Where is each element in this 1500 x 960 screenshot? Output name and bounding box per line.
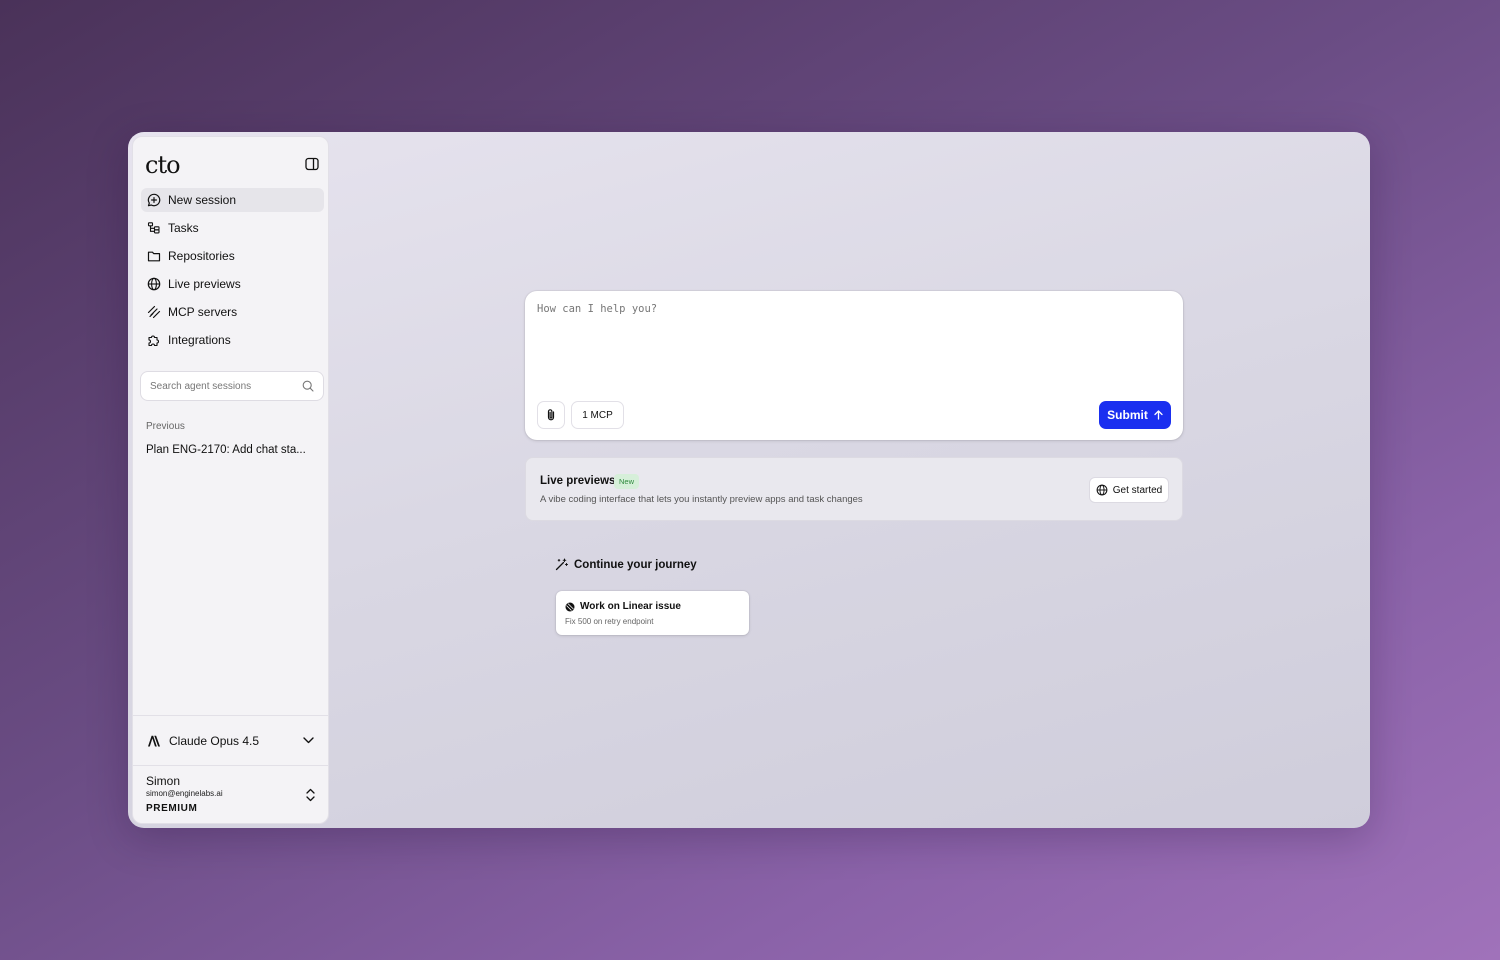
sidebar-item-new-session[interactable]: New session	[141, 188, 324, 212]
sidebar-item-mcp-servers[interactable]: MCP servers	[141, 300, 324, 324]
get-started-label: Get started	[1112, 484, 1163, 496]
live-previews-title: Live previews	[540, 475, 616, 487]
sidebar: cto New session Tasks Repositories Live …	[132, 136, 329, 824]
user-menu[interactable]: Simon simon@enginelabs.ai PREMIUM	[133, 765, 328, 823]
model-selector[interactable]: Claude Opus 4.5	[133, 715, 328, 765]
journey-card-title: Work on Linear issue	[580, 601, 681, 612]
chevron-down-icon	[303, 737, 314, 744]
search-input[interactable]	[150, 380, 302, 392]
sidebar-item-label: New session	[168, 193, 237, 207]
logo: cto	[145, 151, 181, 179]
linear-icon	[565, 602, 575, 612]
anthropic-icon	[147, 735, 161, 747]
search-icon[interactable]	[302, 380, 314, 392]
app-window: cto New session Tasks Repositories Live …	[128, 132, 1370, 828]
previous-label: Previous	[146, 421, 185, 432]
live-previews-card: Live previews New A vibe coding interfac…	[525, 457, 1183, 521]
paperclip-icon	[545, 408, 557, 422]
sidebar-nav: New session Tasks Repositories Live prev…	[141, 188, 324, 356]
chevron-up-down-icon	[306, 788, 315, 807]
sidebar-item-integrations[interactable]: Integrations	[141, 328, 324, 352]
journey-card-subtitle: Fix 500 on retry endpoint	[565, 617, 654, 626]
sidebar-item-label: Live previews	[168, 277, 241, 291]
journey-card-linear[interactable]: Work on Linear issue Fix 500 on retry en…	[556, 591, 749, 635]
model-name: Claude Opus 4.5	[169, 733, 260, 748]
mcp-button[interactable]: 1 MCP	[571, 401, 624, 429]
new-badge: New	[614, 474, 640, 489]
sidebar-item-tasks[interactable]: Tasks	[141, 216, 324, 240]
sidebar-item-label: Tasks	[168, 221, 199, 235]
magic-wand-icon	[555, 558, 568, 571]
submit-button[interactable]: Submit	[1099, 401, 1171, 429]
arrow-up-icon	[1154, 410, 1163, 420]
prompt-input[interactable]	[537, 303, 1167, 393]
continue-journey-label: Continue your journey	[574, 558, 697, 571]
chat-plus-icon	[147, 193, 161, 207]
get-started-button[interactable]: Get started	[1089, 477, 1169, 503]
mcp-icon	[147, 305, 161, 319]
folder-icon	[147, 249, 161, 263]
user-name: Simon	[146, 774, 181, 788]
live-previews-description: A vibe coding interface that lets you in…	[540, 494, 863, 505]
puzzle-icon	[147, 333, 161, 347]
globe-icon	[147, 277, 161, 291]
plan-badge: PREMIUM	[146, 803, 198, 814]
user-email: simon@enginelabs.ai	[146, 789, 223, 798]
sidebar-item-live-previews[interactable]: Live previews	[141, 272, 324, 296]
continue-journey-heading: Continue your journey	[555, 558, 697, 571]
globe-icon	[1096, 484, 1108, 496]
sidebar-item-label: MCP servers	[168, 305, 238, 319]
sidebar-toggle-icon[interactable]	[305, 157, 319, 171]
sidebar-item-repositories[interactable]: Repositories	[141, 244, 324, 268]
sidebar-item-label: Integrations	[168, 333, 231, 347]
search-box	[140, 371, 324, 401]
prompt-box: 1 MCP Submit	[525, 291, 1183, 440]
sidebar-item-label: Repositories	[168, 249, 235, 263]
tasks-icon	[147, 221, 161, 235]
attach-button[interactable]	[537, 401, 565, 429]
submit-label: Submit	[1107, 408, 1148, 422]
previous-session-item[interactable]: Plan ENG-2170: Add chat sta...	[146, 444, 316, 456]
